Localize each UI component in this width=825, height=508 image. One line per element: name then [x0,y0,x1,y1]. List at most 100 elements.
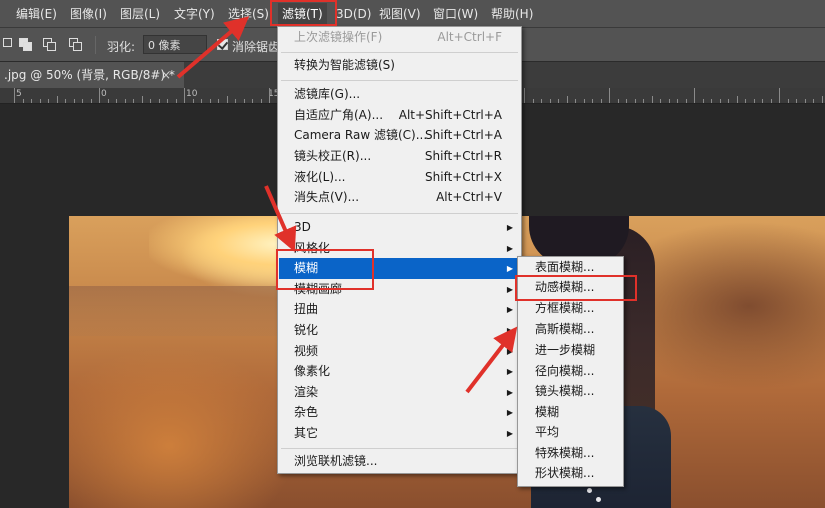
ruler-tick [532,99,534,103]
divider [95,36,96,54]
submenu-item-blur[interactable]: 模糊 [519,402,622,423]
menu-item-vanishing-point[interactable]: 消失点(V)... Alt+Ctrl+V [279,187,520,208]
ruler-tick [14,88,15,103]
ruler-tick [524,88,525,103]
menu-item-adaptive-wide-angle[interactable]: 自适应广角(A)... Alt+Shift+Ctrl+A [279,105,520,126]
highlight-box-filter-menu [270,0,337,26]
menu-item-lens-correction[interactable]: 镜头校正(R)... Shift+Ctrl+R [279,146,520,167]
ruler-tick [575,99,576,103]
submenu-item-gaussian-blur[interactable]: 高斯模糊... [519,319,622,340]
menu-image[interactable]: 图像(I) [70,6,107,22]
submenu-item-box-blur[interactable]: 方框模糊... [519,298,622,319]
ruler-tick [167,99,168,103]
menu-item-last-filter[interactable]: 上次滤镜操作(F) Alt+Ctrl+F [279,27,520,48]
menu-view[interactable]: 视图(V) [379,6,421,22]
ruler-tick [65,99,66,103]
ruler-tick [107,99,109,103]
ruler-tick [796,99,797,103]
menu-type[interactable]: 文字(Y) [174,6,215,22]
menu-item-filter-gallery[interactable]: 滤镜库(G)... [279,84,520,105]
menu-item-pixelate[interactable]: 像素化 ▶ [279,361,520,382]
ruler-label: 5 [16,89,22,99]
ruler-tick [804,99,806,103]
submenu-arrow-icon: ▶ [506,388,513,397]
ruler-tick [235,99,236,103]
ruler-tick [643,99,644,103]
ruler-tick [192,99,194,103]
ruler-tick [269,88,270,103]
menu-3d[interactable]: 3D(D) [336,6,371,22]
submenu-arrow-icon: ▶ [506,429,513,438]
subtract-selection-icon[interactable] [42,37,58,53]
ruler-tick [73,99,75,103]
ruler-tick [779,88,780,103]
ruler-tick [558,99,559,103]
submenu-item-smart-blur[interactable]: 特殊模糊... [519,443,622,464]
ruler-tick [736,96,738,103]
document-tab[interactable]: .jpg @ 50% (背景, RGB/8#) * × [0,62,184,88]
ruler-tick [260,99,262,103]
ruler-tick [243,99,245,103]
menu-item-3d[interactable]: 3D ▶ [279,217,520,238]
ruler-tick [668,99,670,103]
menu-edit[interactable]: 编辑(E) [16,6,57,22]
ruler-tick [787,99,789,103]
highlight-box-motion-blur [515,275,637,301]
menu-item-video[interactable]: 视频 ▶ [279,341,520,362]
submenu-item-blur-more[interactable]: 进一步模糊 [519,340,622,361]
ruler-tick [541,99,542,103]
submenu-item-radial-blur[interactable]: 径向模糊... [519,361,622,382]
close-icon[interactable]: × [161,62,171,88]
menu-item-browse-online-filters[interactable]: 浏览联机滤镜... [279,451,520,472]
ruler-tick [175,99,177,103]
add-selection-icon[interactable] [18,37,34,53]
ruler-tick [609,88,610,103]
menu-select[interactable]: 选择(S) [228,6,269,22]
menu-item-sharpen[interactable]: 锐化 ▶ [279,320,520,341]
menu-bar: 编辑(E) 图像(I) 图层(L) 文字(Y) 选择(S) 滤镜(T) 3D(D… [0,0,825,28]
ruler-tick [660,99,661,103]
menu-window[interactable]: 窗口(W) [433,6,478,22]
ruler-tick [141,96,143,103]
ruler-tick [218,99,219,103]
menu-item-camera-raw[interactable]: Camera Raw 滤镜(C)... Shift+Ctrl+A [279,125,520,146]
ruler-tick [617,99,619,103]
menu-item-other[interactable]: 其它 ▶ [279,423,520,444]
submenu-arrow-icon: ▶ [506,367,513,376]
menu-layer[interactable]: 图层(L) [120,6,160,22]
submenu-arrow-icon: ▶ [506,285,513,294]
antialias-checkbox[interactable] [217,39,228,50]
submenu-item-shape-blur[interactable]: 形状模糊... [519,463,622,484]
ruler-tick [566,96,568,103]
highlight-box-blur-item [276,249,374,290]
intersect-selection-icon[interactable] [68,37,84,53]
feather-input[interactable] [143,35,207,54]
menu-help[interactable]: 帮助(H) [491,6,533,22]
submenu-arrow-icon: ▶ [506,347,513,356]
ruler-tick [711,99,712,103]
ruler-tick [685,99,687,103]
menu-item-noise[interactable]: 杂色 ▶ [279,402,520,423]
ruler-tick [745,99,746,103]
ruler-tick [702,99,704,103]
menu-item-distort[interactable]: 扭曲 ▶ [279,299,520,320]
ruler-tick [600,99,602,103]
ruler-tick [651,96,653,103]
ruler-tick [719,99,721,103]
ruler-tick [728,99,729,103]
submenu-item-average[interactable]: 平均 [519,422,622,443]
ruler-tick [90,99,92,103]
submenu-arrow-icon: ▶ [506,408,513,417]
ruler-label: 10 [186,89,198,99]
ruler-tick [583,99,585,103]
menu-item-render[interactable]: 渲染 ▶ [279,382,520,403]
menu-item-convert-smart-filter[interactable]: 转换为智能滤镜(S) [279,55,520,76]
ruler-tick [252,99,253,103]
ruler-tick [116,99,117,103]
submenu-arrow-icon: ▶ [506,264,513,273]
submenu-item-lens-blur[interactable]: 镜头模糊... [519,381,622,402]
ruler-tick [813,99,814,103]
new-selection-icon[interactable] [2,37,18,53]
ruler-tick [770,99,772,103]
menu-item-liquify[interactable]: 液化(L)... Shift+Ctrl+X [279,167,520,188]
